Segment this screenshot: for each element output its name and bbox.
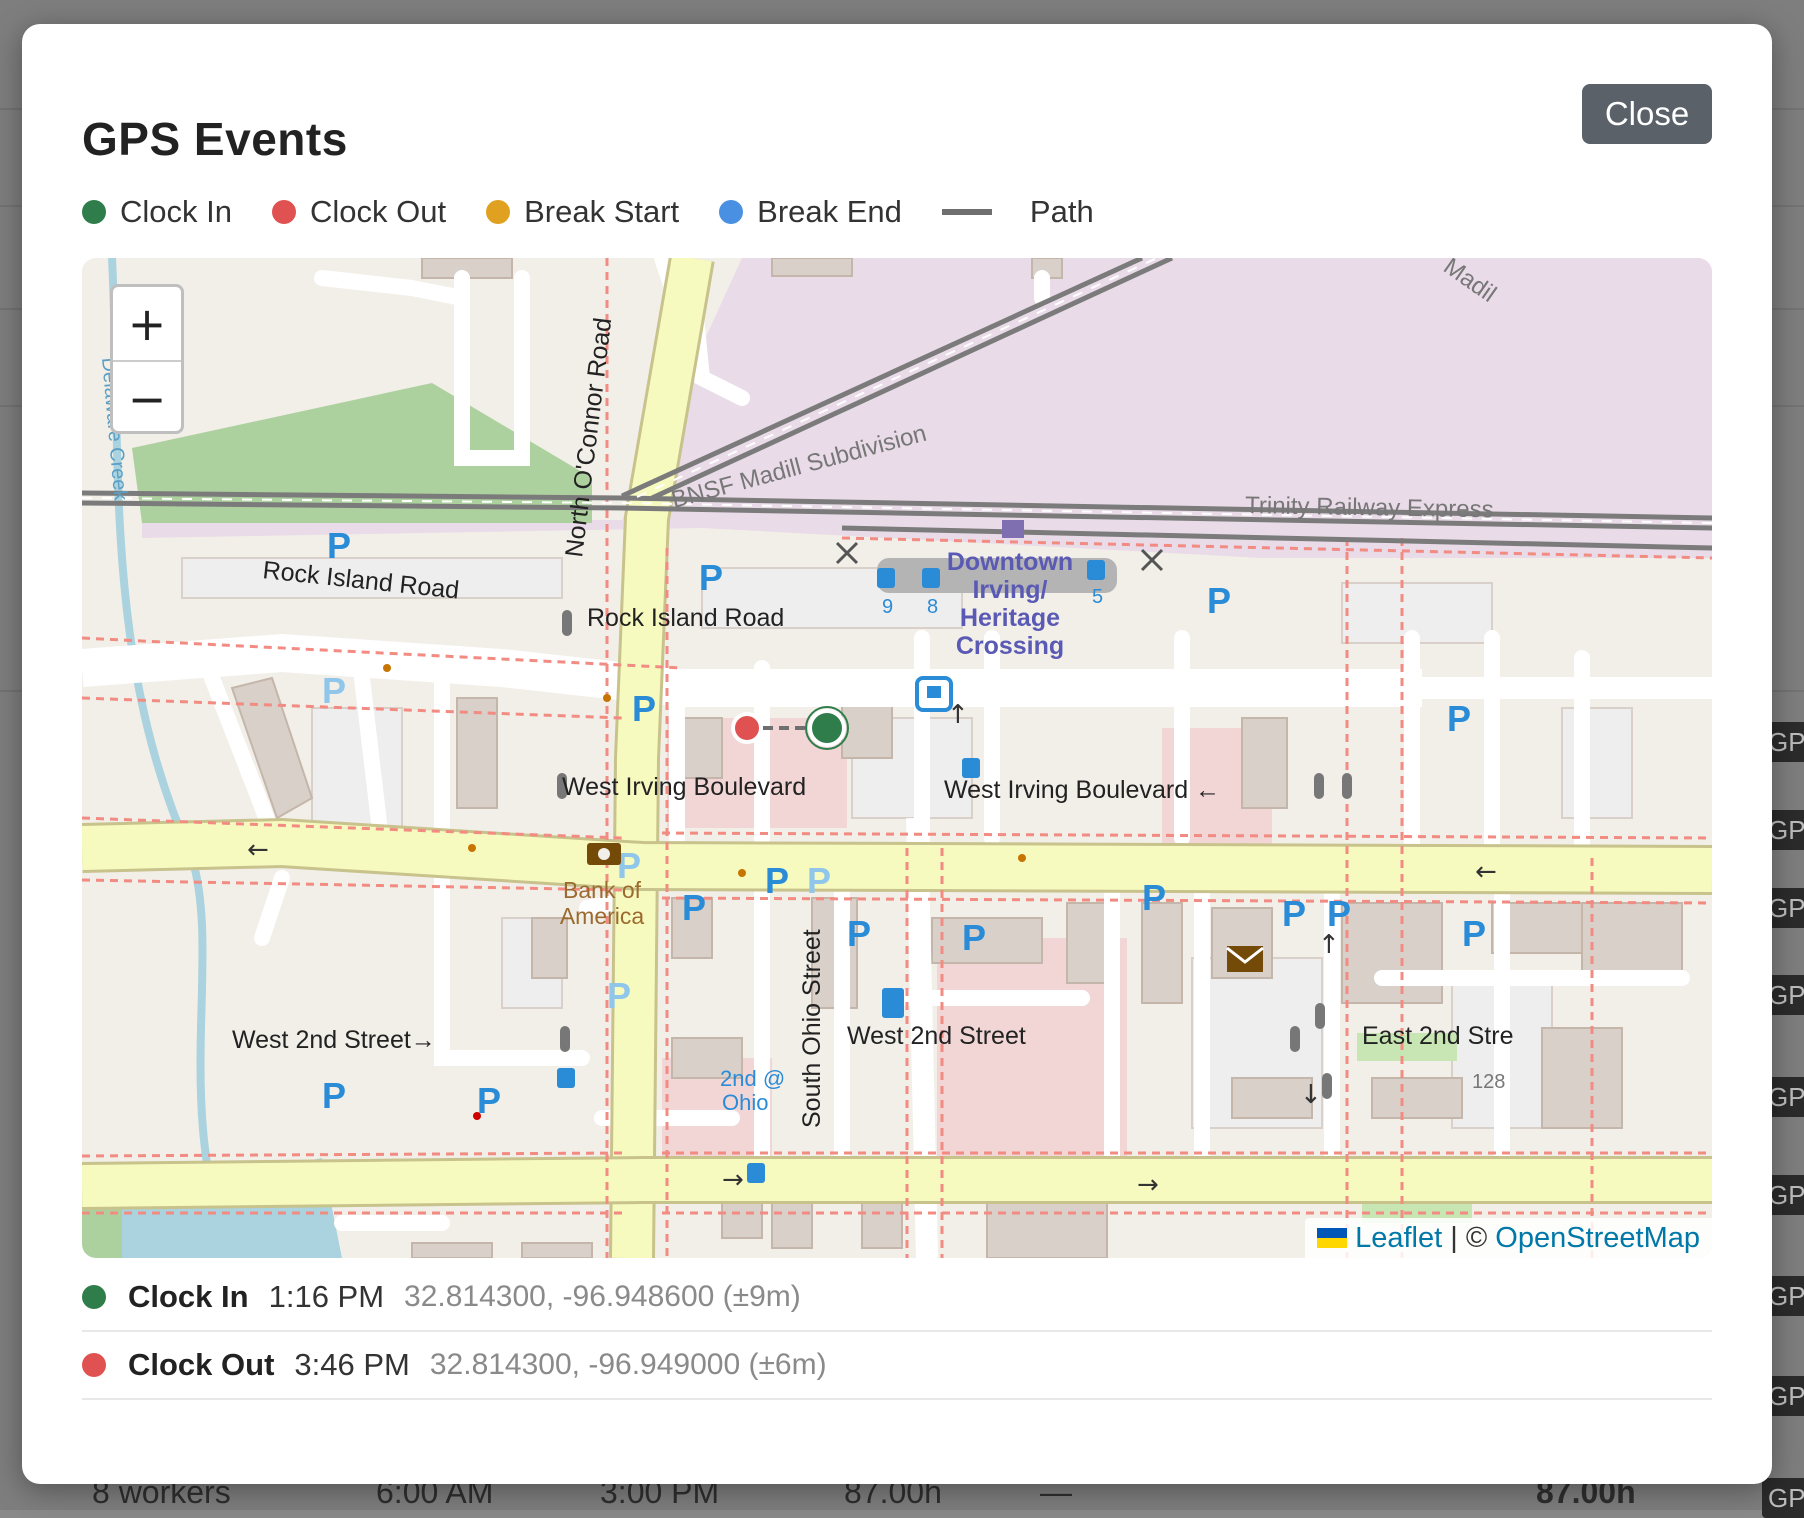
label-bank-line2: America [560,903,645,929]
parking-icon: P [632,688,656,729]
label-west-2nd-left: West 2nd Street→ [232,1026,436,1054]
legend: Clock In Clock Out Break Start Break End… [82,190,1134,234]
bus-icon [1087,560,1105,580]
parking-icon: P [807,860,831,901]
fuel-icon [882,988,904,1018]
legend-label: Break Start [524,194,680,229]
label-bus-stop-line2: Ohio [722,1090,768,1115]
event-coordinates: 32.814300, -96.949000 (±6m) [429,1348,827,1381]
label-bank-line1: Bank of [563,877,642,903]
route-label: 9 [882,596,893,618]
event-time: 3:46 PM [294,1347,410,1382]
label-west-2nd-mid: West 2nd Street [847,1022,1026,1050]
label-station-line3: Heritage [960,604,1060,632]
arrow-left-icon: ← [1475,857,1497,887]
map-view[interactable]: P P P P P P P P P P P P P P P P P P P 9 … [82,258,1712,1258]
parking-icon: P [1282,893,1306,934]
label-south-ohio: South Ohio Street [798,929,826,1128]
route-label: 8 [927,596,938,618]
arrow-left-icon: ← [247,835,269,865]
parking-icon: P [1462,913,1486,954]
parking-icon: P [607,975,631,1016]
parking-icon: P [682,887,706,928]
bank-icon-coin [598,848,610,860]
event-row-clock-in: Clock In 1:16 PM 32.814300, -96.948600 (… [82,1264,1712,1332]
bus-icon [922,568,940,588]
bus-icon [962,758,980,778]
label-rock-island-right: Rock Island Road [587,604,784,632]
label-west-irving-left: West Irving Boulevard [562,773,806,801]
red-dot-icon [82,1353,106,1377]
event-label: Clock Out [128,1347,275,1382]
bus-icon [877,568,895,588]
gps-events-modal: GPS Events Close Clock In Clock Out Brea… [22,24,1772,1484]
parking-icon: P [765,860,789,901]
route-label: 5 [1092,586,1103,608]
arrow-right-icon: → [722,1165,744,1195]
arrow-up-icon: ↑ [947,700,969,730]
parking-icon: P [962,917,986,958]
parking-icon: P [1207,580,1231,621]
blue-dot-icon [719,200,744,224]
modal-title: GPS Events [82,113,348,165]
legend-label: Clock In [120,194,232,229]
label-station-line4: Crossing [956,632,1064,660]
label-east-2nd: East 2nd Stre [1362,1022,1513,1050]
ukraine-flag-icon [1317,1228,1348,1248]
legend-label: Path [1029,194,1094,229]
label-station-line2: Irving/ [972,576,1047,604]
parking-icon: P [322,670,346,711]
label-bus-stop-line1: 2nd @ [720,1066,785,1091]
zoom-in-button[interactable]: + [113,287,181,362]
legend-break-end: Break End [719,194,902,230]
legend-clock-out: Clock Out [271,194,447,230]
green-dot-icon [82,1285,106,1309]
event-time: 1:16 PM [268,1279,385,1314]
parking-icon: P [1447,698,1471,739]
openstreetmap-link[interactable]: OpenStreetMap [1495,1222,1700,1255]
parking-icon: P [847,913,871,954]
station-icon [1002,520,1024,538]
attribution-separator: | © [1442,1221,1496,1254]
parking-icon: P [327,525,351,566]
parking-icon: P [699,557,723,598]
arrow-up-icon: ↑ [1318,930,1340,960]
event-label: Clock In [128,1279,249,1314]
zoom-out-button[interactable]: − [113,362,181,431]
clock-in-marker[interactable] [808,709,846,747]
label-west-irving-right: West Irving Boulevard ← [944,776,1220,804]
legend-path: Path [941,194,1094,230]
bus-icon [557,1068,575,1088]
label-tre: Trinity Railway Express [1245,492,1494,523]
clock-out-marker[interactable] [731,712,763,744]
poi-dot-red [473,1112,481,1120]
map-tiles[interactable]: P P P P P P P P P P P P P P P P P P P 9 … [82,258,1712,1258]
label-station-line1: Downtown [947,548,1073,576]
label-house-number: 128 [1472,1071,1505,1093]
green-dot-icon [82,200,106,224]
legend-break-start: Break Start [486,194,679,230]
path-line-icon [941,209,992,215]
parking-icon: P [322,1075,346,1116]
legend-label: Break End [757,194,902,229]
parking-icon: P [1142,877,1166,918]
bus-station-icon-inner [927,686,941,698]
map-attribution: Leaflet | © OpenStreetMap [1305,1218,1712,1258]
event-row-clock-out: Clock Out 3:46 PM 32.814300, -96.949000 … [82,1332,1712,1400]
event-coordinates: 32.814300, -96.948600 (±9m) [404,1280,801,1313]
zoom-control: + − [110,284,184,434]
bus-icon [747,1163,765,1183]
arrow-right-icon: → [1137,1170,1159,1200]
parking-icon: P [1327,893,1351,934]
arrow-down-icon: ↓ [1300,1080,1322,1110]
legend-label: Clock Out [309,194,447,229]
post-office-icon [1227,946,1263,972]
red-dot-icon [271,200,296,224]
west-2nd-street [82,1159,1712,1207]
legend-clock-in: Clock In [82,194,232,230]
orange-dot-icon [486,200,511,224]
leaflet-link[interactable]: Leaflet [1355,1222,1442,1255]
close-button[interactable]: Close [1582,84,1712,144]
